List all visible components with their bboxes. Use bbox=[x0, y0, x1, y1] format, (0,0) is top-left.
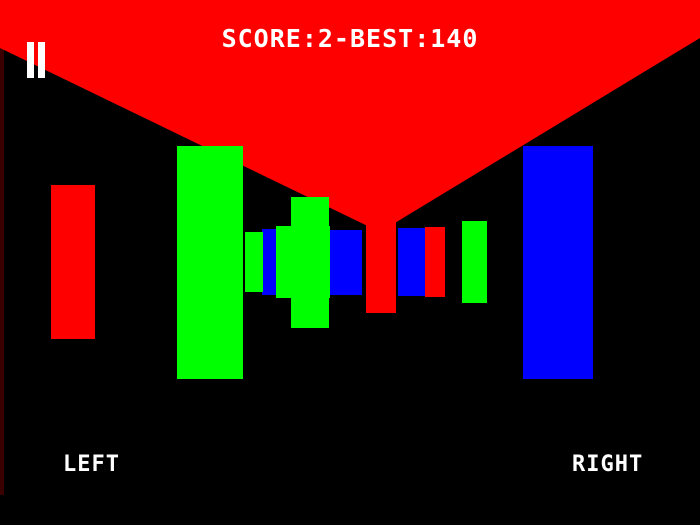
corridor-view bbox=[0, 0, 700, 379]
mid-green-pillar-tall bbox=[291, 197, 329, 328]
pause-button[interactable] bbox=[24, 42, 48, 78]
near-blue-pillar bbox=[523, 146, 593, 379]
far-blue-pillar-left bbox=[262, 229, 278, 295]
mid-green-pillar-right bbox=[462, 221, 487, 303]
far-red-pillar-center bbox=[366, 212, 396, 313]
score-display: SCORE:2-BEST:140 bbox=[221, 24, 479, 53]
left-red-pillar bbox=[51, 185, 95, 339]
far-blue-pillar-right bbox=[398, 228, 426, 296]
left-control-button[interactable]: LEFT bbox=[63, 452, 120, 477]
right-control-button[interactable]: RIGHT bbox=[572, 452, 643, 477]
game-screen[interactable]: SCORE:2-BEST:140 LEFT RIGHT bbox=[0, 0, 700, 525]
far-red-pillar-right bbox=[425, 227, 445, 297]
near-green-pillar bbox=[177, 146, 243, 379]
far-green-pillar bbox=[245, 232, 263, 292]
far-blue-pillar-center bbox=[330, 230, 362, 295]
